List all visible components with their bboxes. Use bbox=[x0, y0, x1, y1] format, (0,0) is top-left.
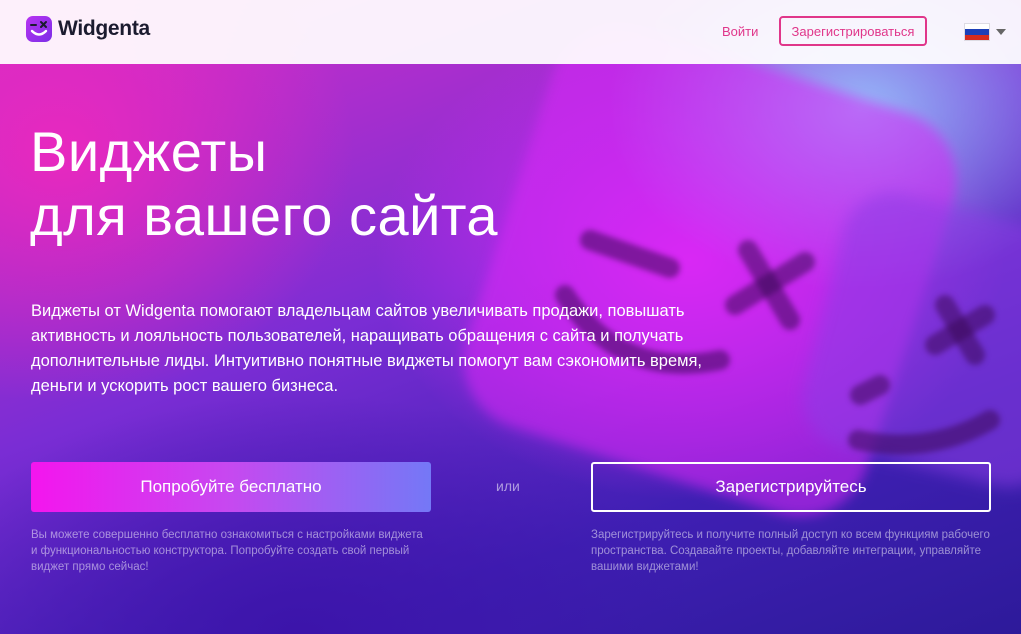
widgenta-face-icon bbox=[26, 16, 52, 42]
or-separator: или bbox=[496, 478, 520, 494]
top-navbar: Widgenta Войти Зарегистрироваться bbox=[0, 0, 1021, 64]
russia-flag-icon bbox=[965, 24, 989, 40]
hero-title-line-2: для вашего сайта bbox=[30, 184, 499, 247]
hero-description: Виджеты от Widgenta помогают владельцам … bbox=[31, 302, 703, 395]
logo[interactable]: Widgenta bbox=[26, 16, 150, 42]
hero-title-line-1: Виджеты bbox=[30, 120, 268, 183]
login-link[interactable]: Войти bbox=[722, 24, 758, 39]
chevron-down-icon bbox=[996, 29, 1006, 35]
brand-name: Widgenta bbox=[58, 17, 150, 40]
language-selector[interactable] bbox=[965, 24, 1006, 40]
register-button[interactable]: Зарегистрируйтесь bbox=[591, 462, 991, 512]
try-free-button[interactable]: Попробуйте бесплатно bbox=[31, 462, 431, 512]
try-free-note: Вы можете совершенно бесплатно ознакомит… bbox=[31, 529, 423, 573]
hero-title: Виджеты для вашего сайта bbox=[30, 120, 498, 248]
register-note: Зарегистрируйтесь и получите полный дост… bbox=[591, 529, 990, 573]
register-header-button[interactable]: Зарегистрироваться bbox=[779, 16, 927, 46]
